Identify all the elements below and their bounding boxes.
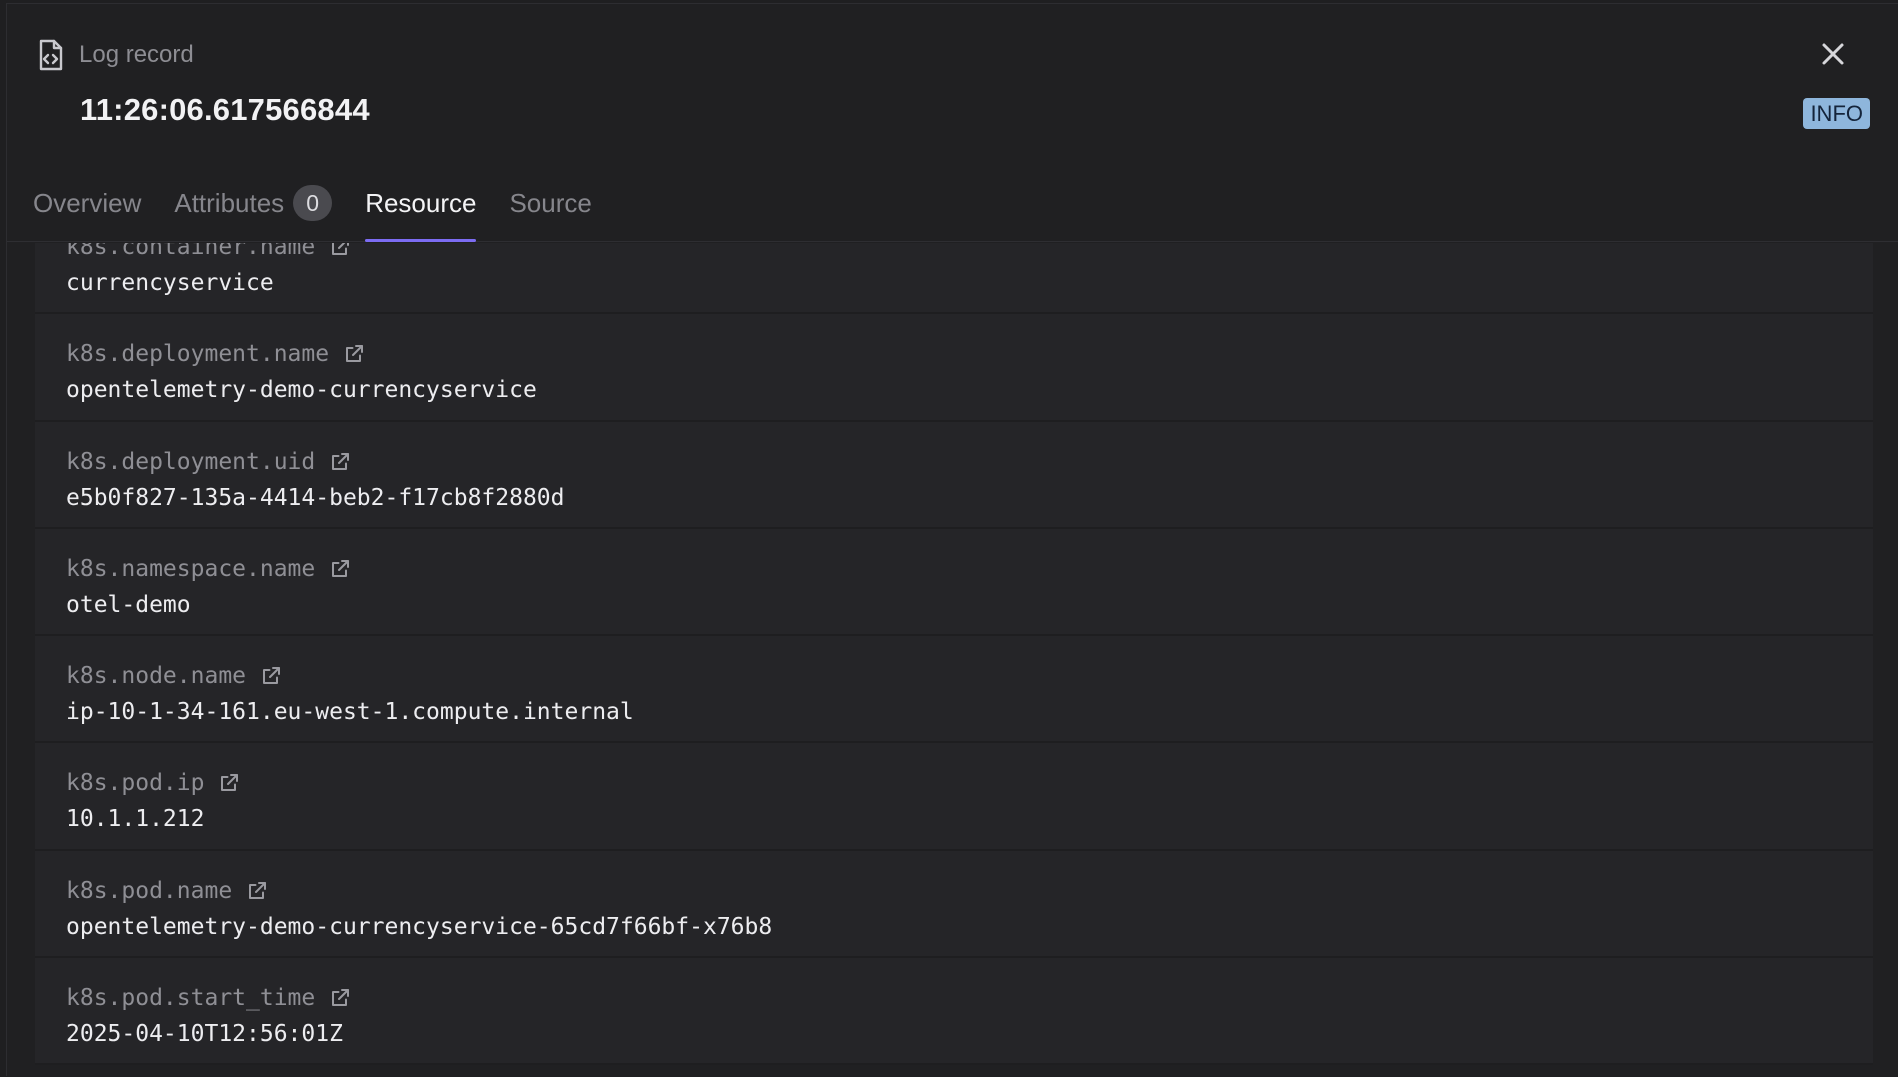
- tab-overview[interactable]: Overview: [33, 180, 141, 242]
- external-link-icon[interactable]: [343, 343, 365, 365]
- tab-resource[interactable]: Resource: [365, 180, 477, 242]
- resource-row: k8s.deployment.uid e5b0f827-135a-4414-be…: [35, 421, 1873, 529]
- external-link-icon[interactable]: [329, 558, 351, 580]
- resource-value: 10.1.1.212: [66, 806, 205, 833]
- log-level-badge: INFO: [1803, 98, 1870, 129]
- log-timestamp: 11:26:06.617566844: [80, 92, 370, 127]
- resource-row: k8s.pod.ip 10.1.1.212: [35, 743, 1873, 851]
- resource-key: k8s.deployment.name: [66, 341, 330, 368]
- tab-label: Resource: [365, 188, 477, 218]
- resource-key: k8s.pod.ip: [66, 770, 205, 797]
- resource-value: e5b0f827-135a-4414-beb2-f17cb8f2880d: [66, 484, 565, 511]
- resource-key: k8s.container.name: [66, 243, 316, 260]
- tab-bar: Overview Attributes 0 Resource Source: [33, 180, 625, 242]
- resource-row: k8s.node.name ip-10-1-34-161.eu-west-1.c…: [35, 636, 1873, 744]
- resource-row: k8s.pod.start_time 2025-04-10T12:56:01Z: [35, 958, 1873, 1066]
- resource-list[interactable]: k8s.container.name currencyservice k8s.d…: [35, 243, 1873, 1077]
- resource-row: k8s.namespace.name otel-demo: [35, 528, 1873, 637]
- document-code-icon: [39, 39, 63, 71]
- resource-key: k8s.pod.start_time: [66, 985, 316, 1012]
- external-link-icon[interactable]: [246, 880, 268, 902]
- resource-value: 2025-04-10T12:56:01Z: [66, 1021, 343, 1048]
- resource-key: k8s.node.name: [66, 663, 247, 690]
- resource-value: opentelemetry-demo-currencyservice: [66, 377, 537, 404]
- log-record-header: Log record 11:26:06.617566844 INFO Overv…: [7, 4, 1898, 242]
- close-icon[interactable]: [1816, 37, 1850, 71]
- tab-label: Overview: [33, 188, 142, 218]
- external-link-icon[interactable]: [329, 243, 351, 258]
- resource-row: k8s.pod.name opentelemetry-demo-currency…: [35, 850, 1873, 959]
- resource-rows: k8s.container.name currencyservice k8s.d…: [35, 243, 1873, 1066]
- resource-key: k8s.namespace.name: [66, 555, 316, 582]
- header-label: Log record: [79, 41, 194, 68]
- tab-label: Source: [509, 188, 592, 218]
- tab-attributes[interactable]: Attributes 0: [174, 180, 333, 242]
- external-link-icon[interactable]: [260, 665, 282, 687]
- resource-value: currencyservice: [66, 270, 274, 296]
- tab-source[interactable]: Source: [509, 180, 591, 242]
- resource-row: k8s.deployment.name opentelemetry-demo-c…: [35, 314, 1873, 422]
- tab-label: Attributes: [174, 188, 285, 218]
- resource-row: k8s.container.name currencyservice: [35, 243, 1873, 315]
- resource-key: k8s.deployment.uid: [66, 448, 316, 475]
- external-link-icon[interactable]: [218, 772, 240, 794]
- resource-value: otel-demo: [66, 591, 191, 618]
- resource-value: ip-10-1-34-161.eu-west-1.compute.interna…: [66, 699, 634, 726]
- external-link-icon[interactable]: [329, 451, 351, 473]
- attributes-count-badge: 0: [293, 185, 333, 221]
- resource-key: k8s.pod.name: [66, 877, 233, 904]
- external-link-icon[interactable]: [329, 987, 351, 1009]
- log-record-panel: Log record 11:26:06.617566844 INFO Overv…: [6, 3, 1898, 1076]
- resource-value: opentelemetry-demo-currencyservice-65cd7…: [66, 913, 773, 940]
